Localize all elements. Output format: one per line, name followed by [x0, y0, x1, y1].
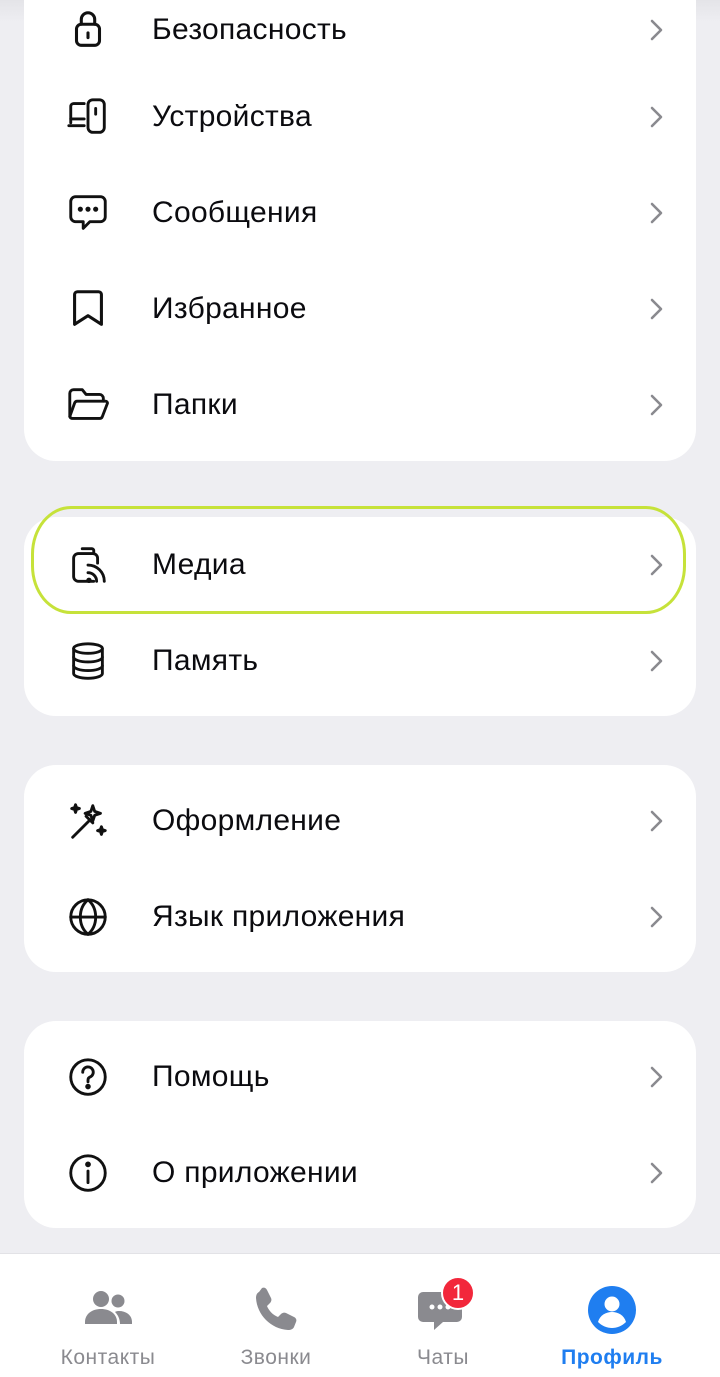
settings-item-label: Язык приложения: [152, 900, 406, 933]
settings-item-label: Устройства: [152, 100, 312, 133]
settings-group-data: Медиа Память: [24, 517, 696, 716]
settings-group-general: Безопасность Устройства Сообщения Избран…: [24, 0, 696, 461]
devices-icon: [64, 93, 112, 141]
settings-item-about[interactable]: О приложении: [24, 1125, 696, 1221]
bottom-navigation: Контакты Звонки 1 Чаты Профиль: [0, 1253, 720, 1377]
settings-item-folders[interactable]: Папки: [24, 357, 696, 453]
settings-item-security[interactable]: Безопасность: [24, 0, 696, 78]
chevron-right-icon: [646, 198, 668, 228]
settings-item-label: Медиа: [152, 548, 246, 581]
unread-badge: 1: [441, 1276, 475, 1310]
settings-screen: Безопасность Устройства Сообщения Избран…: [0, 0, 720, 1377]
chevron-right-icon: [646, 15, 668, 45]
settings-group-about: Помощь О приложении: [24, 1021, 696, 1228]
nav-calls[interactable]: Звонки: [191, 1254, 361, 1377]
settings-item-appearance[interactable]: Оформление: [24, 773, 696, 869]
chevron-right-icon: [646, 806, 668, 836]
chevron-right-icon: [646, 1158, 668, 1188]
settings-item-media[interactable]: Медиа: [24, 517, 696, 613]
chats-icon: 1: [415, 1276, 475, 1338]
message-icon: [64, 189, 112, 237]
folder-icon: [64, 381, 112, 429]
chevron-right-icon: [646, 294, 668, 324]
nav-contacts[interactable]: Контакты: [23, 1254, 193, 1377]
settings-item-label: Сообщения: [152, 196, 318, 229]
media-icon: [64, 541, 112, 589]
settings-item-label: Оформление: [152, 804, 342, 837]
settings-item-label: О приложении: [152, 1156, 358, 1189]
storage-icon: [64, 637, 112, 685]
chevron-right-icon: [646, 550, 668, 580]
settings-item-label: Избранное: [152, 292, 307, 325]
settings-item-messages[interactable]: Сообщения: [24, 165, 696, 261]
chevron-right-icon: [646, 902, 668, 932]
nav-profile[interactable]: Профиль: [527, 1254, 697, 1377]
nav-label: Звонки: [240, 1346, 312, 1369]
magic-wand-icon: [64, 797, 112, 845]
settings-item-label: Папки: [152, 388, 238, 421]
nav-label: Чаты: [417, 1346, 469, 1369]
help-icon: [64, 1053, 112, 1101]
settings-item-favorites[interactable]: Избранное: [24, 261, 696, 357]
settings-item-storage[interactable]: Память: [24, 613, 696, 709]
settings-item-devices[interactable]: Устройства: [24, 69, 696, 165]
chevron-right-icon: [646, 646, 668, 676]
bookmark-icon: [64, 285, 112, 333]
lock-icon: [64, 6, 112, 54]
chevron-right-icon: [646, 390, 668, 420]
phone-icon: [248, 1282, 304, 1338]
nav-chats[interactable]: 1 Чаты: [358, 1254, 528, 1377]
settings-item-language[interactable]: Язык приложения: [24, 869, 696, 965]
info-icon: [64, 1149, 112, 1197]
settings-item-label: Помощь: [152, 1060, 270, 1093]
nav-label: Контакты: [60, 1346, 156, 1369]
chevron-right-icon: [646, 102, 668, 132]
settings-group-appearance: Оформление Язык приложения: [24, 765, 696, 972]
chevron-right-icon: [646, 1062, 668, 1092]
globe-icon: [64, 893, 112, 941]
settings-item-help[interactable]: Помощь: [24, 1029, 696, 1125]
contacts-icon: [80, 1282, 136, 1338]
profile-icon: [584, 1282, 640, 1338]
settings-item-label: Безопасность: [152, 13, 347, 46]
nav-label: Профиль: [561, 1346, 663, 1369]
settings-item-label: Память: [152, 644, 259, 677]
